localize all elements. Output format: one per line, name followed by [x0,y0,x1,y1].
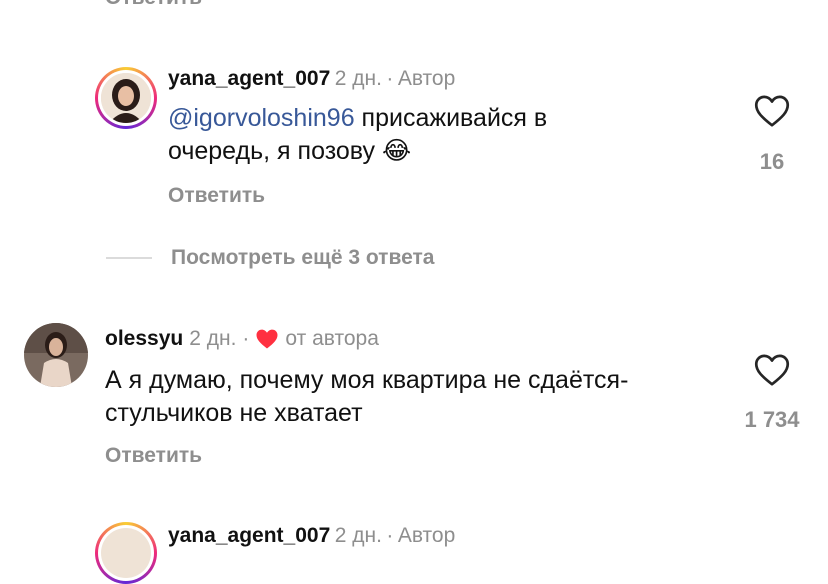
mention-link[interactable]: @igorvoloshin96 [168,104,355,132]
author-badge: Автор [397,67,456,90]
comment-timestamp: 2 дн. [189,327,237,350]
comment-username[interactable]: yana_agent_007 [168,524,330,547]
like-heart-icon[interactable] [754,94,790,128]
reply-button[interactable]: Ответить [168,184,265,208]
comment-username[interactable]: yana_agent_007 [168,67,330,90]
view-more-replies-button[interactable]: Посмотреть ещё 3 ответа [171,246,434,270]
comment-timestamp: 2 дн. [334,67,382,90]
like-count: 1 734 [744,407,800,432]
comment-text: А я думаю, почему моя квартира не сдаётс… [105,366,629,427]
like-count: 16 [759,149,785,174]
avatar[interactable] [95,522,157,584]
reply-button-partial[interactable]: Ответить [105,0,202,10]
heart-filled-icon [255,328,279,350]
reply-button[interactable]: Ответить [105,444,202,468]
avatar[interactable] [24,323,88,387]
comment-username[interactable]: olessyu [105,327,183,351]
laughing-emoji-icon: 😂 [381,137,412,165]
comment-timestamp: 2 дн. [334,524,382,547]
meta-separator: · [386,67,394,90]
avatar[interactable] [95,67,157,129]
author-badge: Автор [397,524,456,547]
like-heart-icon[interactable] [754,353,790,387]
meta-separator: · [386,524,394,547]
liked-by-author-label: от автора [285,327,379,350]
replies-divider [106,257,152,259]
comment-text: @igorvoloshin96 присаживайся в очередь, … [168,104,548,165]
meta-separator: · [242,327,250,350]
